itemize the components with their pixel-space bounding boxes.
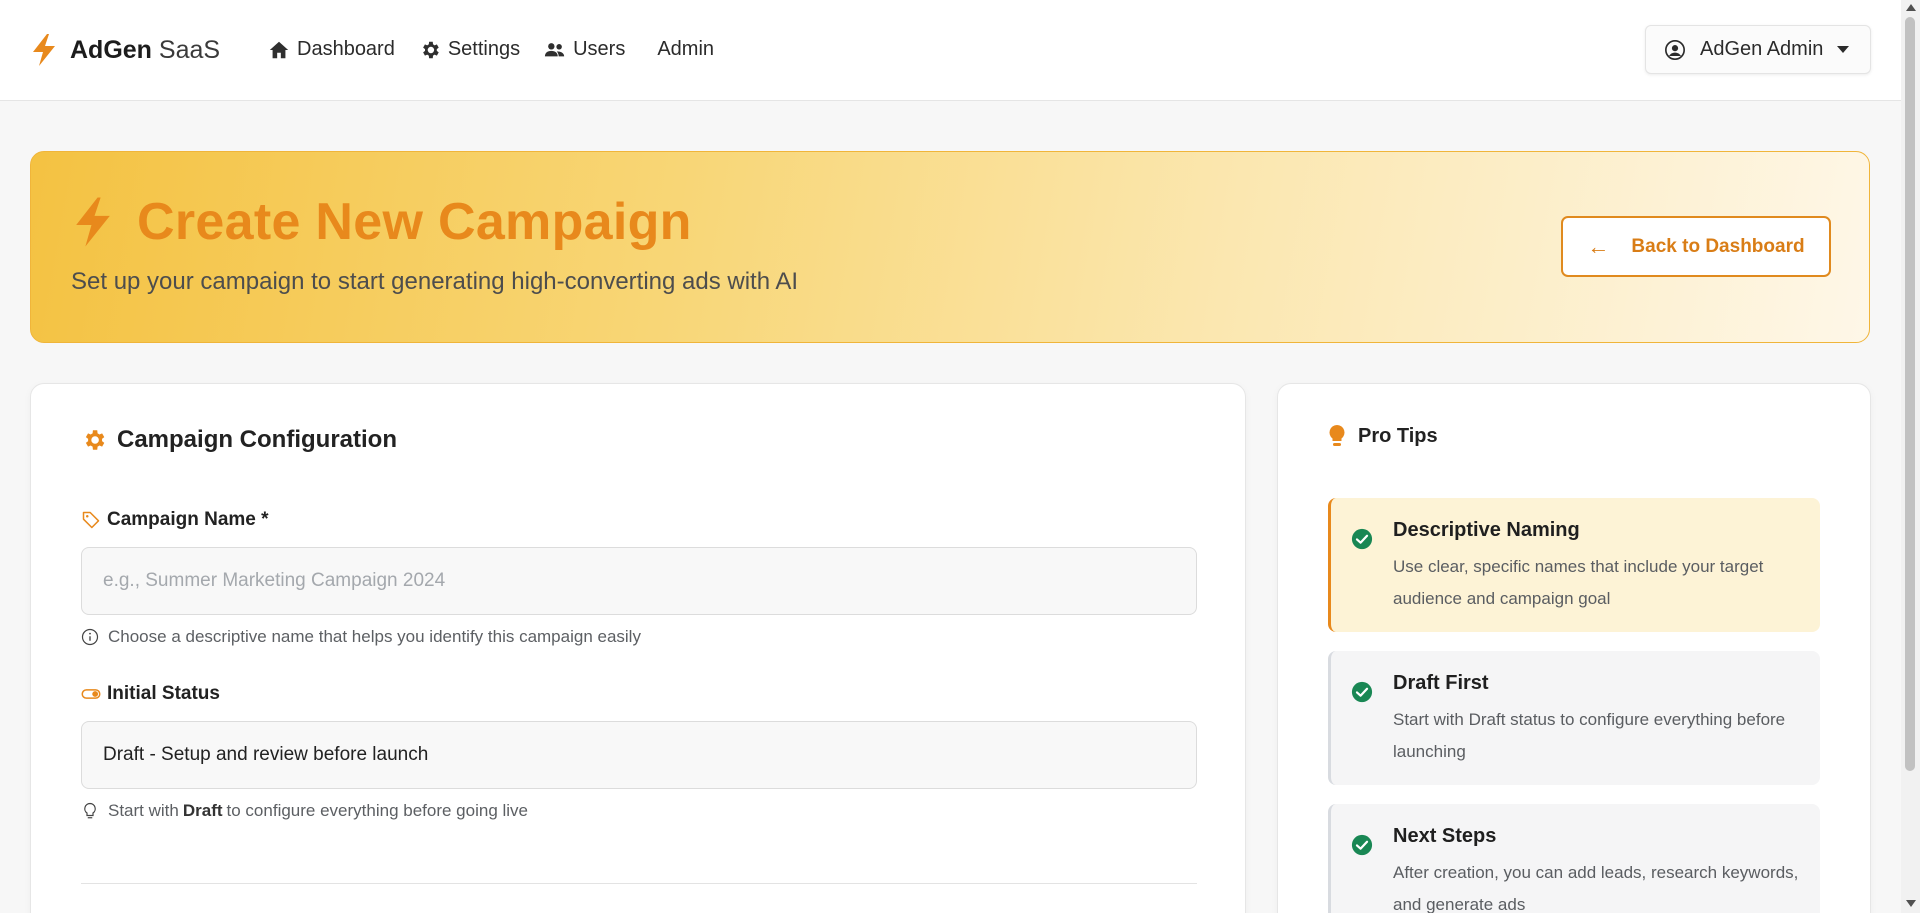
brand-name-light: SaaS: [158, 35, 221, 64]
scroll-up-arrow-icon[interactable]: [1906, 4, 1916, 11]
back-to-dashboard-label: Back to Dashboard: [1631, 235, 1805, 257]
initial-status-help-bold: Draft: [182, 801, 223, 820]
brand-name-bold: AdGen: [70, 35, 152, 64]
hero-banner: Create New Campaign Set up your campaign…: [30, 151, 1870, 343]
campaign-name-input[interactable]: e.g., Summer Marketing Campaign 2024: [81, 547, 1197, 615]
nav-item-users[interactable]: Users: [544, 38, 625, 61]
tip-title: Next Steps: [1393, 825, 1497, 847]
section-divider: [81, 883, 1197, 884]
nav-item-dashboard[interactable]: Dashboard: [268, 38, 395, 61]
nav-item-dashboard-label: Dashboard: [297, 38, 395, 60]
user-circle-icon: [1665, 39, 1685, 60]
tips-title: Pro Tips: [1358, 424, 1438, 447]
initial-status-help-suffix: to configure everything before going liv…: [226, 801, 528, 820]
page-scrollbar[interactable]: [1901, 0, 1920, 913]
lightning-icon: [76, 197, 110, 247]
scrollbar-thumb[interactable]: [1905, 17, 1915, 771]
user-menu-dropdown[interactable]: AdGen Admin: [1645, 25, 1871, 74]
tip-description: After creation, you can add leads, resea…: [1393, 863, 1799, 913]
config-card-header: Campaign Configuration: [81, 426, 397, 454]
campaign-name-label-text: Campaign Name *: [107, 509, 269, 530]
lightbulb-icon: [1329, 425, 1345, 446]
home-icon: [269, 41, 289, 58]
page-title: Create New Campaign: [137, 193, 692, 251]
page-subtitle: Set up your campaign to start generating…: [71, 268, 799, 295]
config-card-title: Campaign Configuration: [117, 426, 397, 453]
initial-status-label-text: Initial Status: [107, 683, 220, 704]
scroll-down-arrow-icon[interactable]: [1906, 900, 1916, 907]
initial-status-label: Initial Status: [81, 683, 220, 705]
nav-item-settings[interactable]: Settings: [419, 38, 520, 61]
brand-logo[interactable]: AdGen SaaS: [30, 33, 220, 67]
users-icon: [545, 42, 565, 56]
nav-item-users-label: Users: [573, 38, 626, 60]
nav-item-admin[interactable]: Admin: [657, 38, 714, 61]
nav-links: Dashboard Settings Users Admin: [268, 38, 738, 61]
hero-title-row: Create New Campaign: [71, 192, 692, 252]
gear-icon: [85, 430, 105, 450]
gear-icon: [422, 41, 439, 58]
tip-draft-first: Draft First Start with Draft status to c…: [1328, 651, 1820, 785]
lightning-icon: [33, 34, 55, 66]
info-circle-icon: [81, 628, 99, 646]
chevron-down-icon: [1837, 46, 1850, 53]
top-navbar: AdGen SaaS Dashboard Settings Users Admi…: [0, 0, 1901, 101]
tip-description: Start with Draft status to configure eve…: [1393, 710, 1786, 761]
tip-title: Draft First: [1393, 672, 1489, 694]
check-circle-icon: [1351, 681, 1373, 703]
tip-next-steps: Next Steps After creation, you can add l…: [1328, 804, 1820, 913]
tag-icon: [82, 511, 100, 529]
lightbulb-icon: [84, 802, 96, 819]
campaign-configuration-card: Campaign Configuration Campaign Name * e…: [30, 383, 1246, 913]
pro-tips-card: Pro Tips Descriptive Naming Use clear, s…: [1277, 383, 1871, 913]
back-to-dashboard-button[interactable]: ← Back to Dashboard: [1561, 216, 1831, 277]
user-menu-label: AdGen Admin: [1700, 38, 1824, 60]
tip-description: Use clear, specific names that include y…: [1393, 557, 1764, 608]
tip-title: Descriptive Naming: [1393, 519, 1580, 541]
check-circle-icon: [1351, 834, 1373, 856]
toggle-icon: [81, 689, 101, 699]
campaign-name-label: Campaign Name *: [81, 509, 269, 531]
nav-item-admin-label: Admin: [657, 38, 715, 60]
initial-status-select[interactable]: Draft - Setup and review before launch: [81, 721, 1197, 789]
nav-item-settings-label: Settings: [447, 38, 521, 60]
initial-status-help: Start with Draft to configure everything…: [81, 801, 528, 821]
tip-descriptive-naming: Descriptive Naming Use clear, specific n…: [1328, 498, 1820, 632]
tips-header: Pro Tips: [1328, 424, 1438, 448]
campaign-name-help: Choose a descriptive name that helps you…: [81, 627, 641, 647]
arrow-left-icon: ←: [1587, 233, 1610, 259]
brand-name: AdGen SaaS: [70, 36, 220, 65]
initial-status-help-prefix: Start with: [108, 801, 179, 820]
check-circle-icon: [1351, 528, 1373, 550]
campaign-name-help-text: Choose a descriptive name that helps you…: [108, 627, 641, 646]
